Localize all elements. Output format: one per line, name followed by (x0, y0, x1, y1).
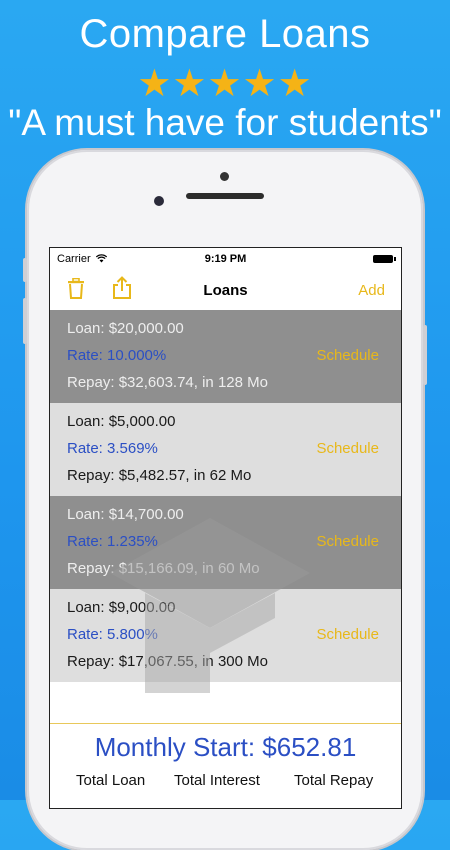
app-screen: Carrier 9:19 PM Loans Add Loan: $20,000.… (49, 247, 402, 809)
summary-divider (50, 723, 401, 724)
loan-repay: Repay: $32,603.74, in 128 Mo (67, 374, 268, 391)
loan-amount: Loan: $20,000.00 (67, 320, 184, 337)
phone-volume-button (23, 258, 27, 282)
schedule-button[interactable]: Schedule (316, 440, 379, 457)
add-button[interactable]: Add (358, 282, 385, 299)
nav-bar: Loans Add (50, 270, 401, 310)
loan-rate: Rate: 10.000% (67, 347, 167, 364)
promo-tagline: "A must have for students" (8, 102, 442, 143)
schedule-button[interactable]: Schedule (316, 533, 379, 550)
total-interest-label: Total Interest (174, 772, 260, 789)
total-loan-label: Total Loan (76, 772, 146, 789)
monthly-start: Monthly Start: $652.81 (94, 732, 357, 762)
front-camera (154, 196, 164, 206)
rating-stars: ★★★★★ (137, 63, 313, 105)
loan-rate: Rate: 3.569% (67, 440, 158, 457)
promo-title: Compare Loans (79, 12, 371, 56)
phone-power-button (423, 325, 427, 385)
speaker-dot (220, 172, 229, 181)
earpiece-speaker (186, 193, 264, 199)
loan-row[interactable]: Loan: $20,000.00 Rate: 10.000% Repay: $3… (50, 310, 401, 403)
nav-title: Loans (203, 282, 248, 299)
phone-volume-button (23, 298, 27, 344)
schedule-button[interactable]: Schedule (316, 347, 379, 364)
total-repay-label: Total Repay (294, 772, 374, 789)
battery-icon (373, 255, 396, 263)
status-bar: Carrier 9:19 PM (50, 248, 401, 270)
schedule-button[interactable]: Schedule (316, 626, 379, 643)
graduation-cap-icon (110, 518, 310, 693)
loan-amount: Loan: $5,000.00 (67, 413, 176, 430)
status-time: 9:19 PM (204, 253, 247, 265)
